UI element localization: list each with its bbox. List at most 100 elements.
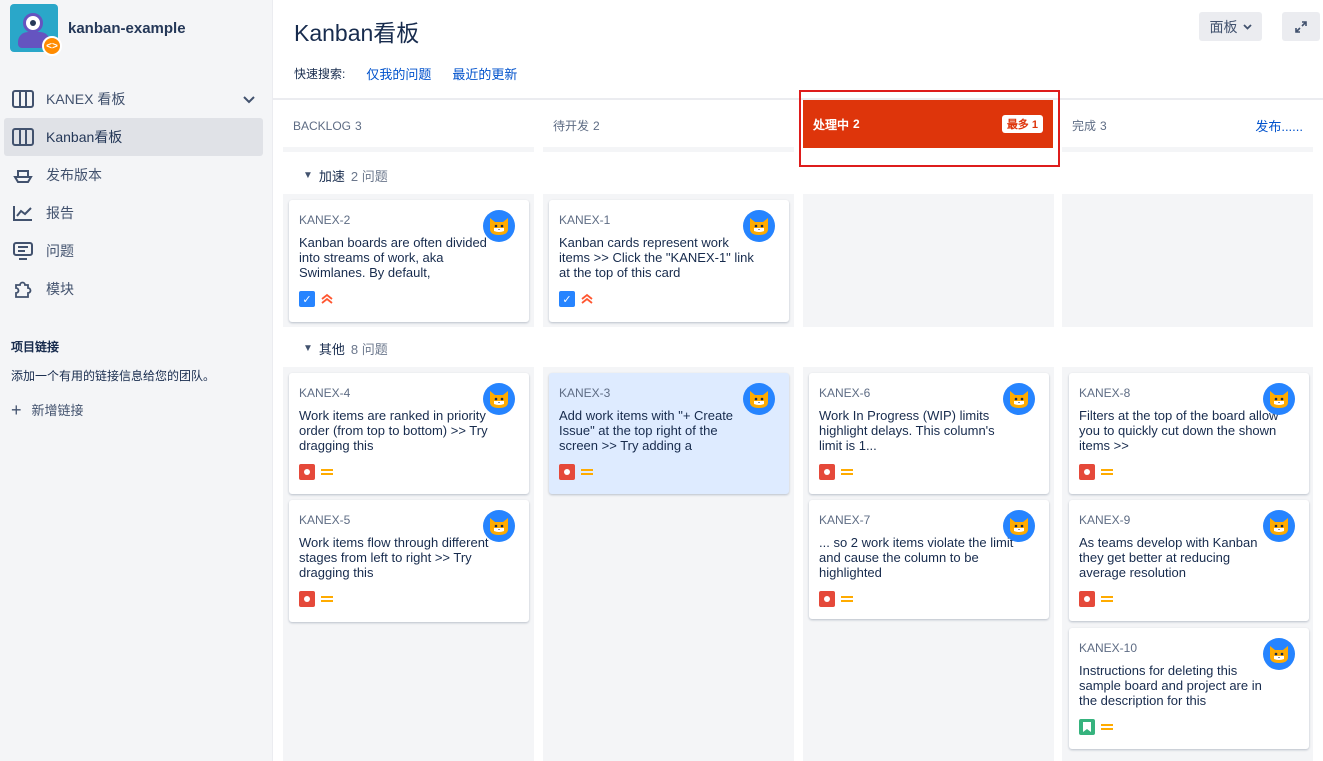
assignee-avatar[interactable] bbox=[1003, 510, 1035, 542]
swimlane-name: 加速 bbox=[318, 169, 345, 184]
issue-card[interactable]: KANEX-8 Filters at the top of the board a… bbox=[1069, 373, 1309, 494]
column-name: BACKLOG bbox=[293, 118, 352, 133]
priority-medium-icon bbox=[841, 467, 853, 477]
quick-search-bar: 快速搜索: 仅我的问题 最近的更新 bbox=[294, 64, 517, 83]
board-selector[interactable]: KANEX 看板 bbox=[4, 80, 263, 118]
priority-medium-icon bbox=[1101, 467, 1113, 477]
issue-summary: As teams develop with Kanban they get be… bbox=[1079, 535, 1258, 580]
swimlane-cell bbox=[1062, 194, 1313, 327]
assignee-avatar[interactable] bbox=[743, 383, 775, 415]
priority-medium-icon bbox=[581, 467, 593, 477]
bug-type-icon bbox=[299, 464, 315, 480]
bug-type-icon bbox=[299, 591, 315, 607]
sidebar-item-label: Kanban看板 bbox=[46, 129, 123, 145]
bug-type-icon bbox=[559, 464, 575, 480]
assignee-avatar[interactable] bbox=[483, 210, 515, 242]
assignee-avatar[interactable] bbox=[1263, 638, 1295, 670]
board-icon bbox=[12, 89, 34, 109]
project-name: kanban-example bbox=[68, 19, 186, 37]
issue-summary: Work In Progress (WIP) limits highlight … bbox=[819, 408, 995, 453]
assignee-avatar[interactable] bbox=[1263, 383, 1295, 415]
column-count: 3 bbox=[1100, 118, 1107, 133]
caret-down-icon: ▼ bbox=[303, 170, 313, 181]
sidebar-item-components[interactable]: 模块 bbox=[4, 270, 263, 308]
issue-card[interactable]: KANEX-6 Work In Progress (WIP) limits hig… bbox=[809, 373, 1049, 494]
project-avatar: <> bbox=[10, 4, 62, 56]
issues-icon bbox=[12, 241, 34, 261]
page-title: Kanban看板 bbox=[294, 20, 420, 46]
plus-icon: + bbox=[11, 399, 22, 420]
issue-card[interactable]: KANEX-7... so 2 work items violate the l… bbox=[809, 500, 1049, 619]
board-menu-label: 面板 bbox=[1209, 18, 1238, 35]
add-link-label: 新增链接 bbox=[31, 403, 84, 418]
board-selector-label: KANEX 看板 bbox=[46, 91, 126, 107]
caret-down-icon: ▼ bbox=[303, 343, 313, 354]
card-footer bbox=[559, 463, 779, 481]
quick-filter-recently-updated[interactable]: 最近的更新 bbox=[452, 64, 517, 83]
issue-summary: ... so 2 work items violate the limit an… bbox=[819, 535, 1014, 580]
issue-summary: Kanban boards are often divided into str… bbox=[299, 235, 487, 280]
issue-card[interactable]: KANEX-2 Kanban boards are often divided i… bbox=[289, 200, 529, 322]
issue-card[interactable]: KANEX-1 Kanban cards represent work items… bbox=[549, 200, 789, 322]
card-footer bbox=[819, 590, 1039, 608]
quick-filter-my-issues[interactable]: 仅我的问题 bbox=[366, 64, 431, 83]
task-type-icon: ✓ bbox=[299, 291, 315, 307]
project-header[interactable]: <> kanban-example bbox=[0, 0, 272, 56]
assignee-avatar[interactable] bbox=[483, 383, 515, 415]
software-project-badge-icon: <> bbox=[42, 36, 62, 56]
board-menu-button[interactable]: 面板 bbox=[1199, 12, 1262, 41]
issue-card[interactable]: KANEX-5 Work items flow through different… bbox=[289, 500, 529, 622]
task-type-icon: ✓ bbox=[559, 291, 575, 307]
issue-summary: Work items are ranked in priority order … bbox=[299, 408, 488, 453]
priority-highest-icon bbox=[321, 293, 333, 305]
chart-line-icon bbox=[12, 203, 34, 223]
column-header-backlog[interactable]: BACKLOG 3 bbox=[283, 104, 534, 152]
add-link-button[interactable]: + 新增链接 bbox=[11, 400, 272, 419]
release-link[interactable]: 发布...... bbox=[1255, 116, 1303, 135]
issue-card[interactable]: KANEX-10 Instructions for deleting this s… bbox=[1069, 628, 1309, 749]
priority-medium-icon bbox=[1101, 722, 1113, 732]
priority-medium-icon bbox=[841, 594, 853, 604]
issue-summary: Kanban cards represent work items >> Cli… bbox=[559, 235, 754, 280]
swimlane-cell bbox=[803, 194, 1054, 327]
board-main: Kanban看板 面板 快速搜索: 仅我的问题 最近的更新 BACKLOG 3 … bbox=[273, 0, 1323, 761]
assignee-avatar[interactable] bbox=[743, 210, 775, 242]
issue-summary: Work items flow through different stages… bbox=[299, 535, 489, 580]
column-header-selected-for-dev[interactable]: 待开发 2 bbox=[543, 104, 794, 152]
sidebar-item-reports[interactable]: 报告 bbox=[4, 194, 263, 232]
expand-icon bbox=[1295, 20, 1307, 33]
bug-type-icon bbox=[819, 464, 835, 480]
issue-card[interactable]: KANEX-4 Work items are ranked in priority… bbox=[289, 373, 529, 494]
ship-icon bbox=[12, 165, 34, 185]
sidebar-item-kanban-board[interactable]: Kanban看板 bbox=[4, 118, 263, 156]
fullscreen-button[interactable] bbox=[1282, 12, 1320, 41]
sidebar-item-issues[interactable]: 问题 bbox=[4, 232, 263, 270]
swimlane-header-everything-else[interactable]: ▼ 其他 8 问题 bbox=[303, 339, 388, 358]
column-count: 3 bbox=[355, 118, 362, 133]
header-divider bbox=[273, 98, 1323, 100]
card-footer: ✓ bbox=[299, 290, 519, 308]
assignee-avatar[interactable] bbox=[1003, 383, 1035, 415]
assignee-avatar[interactable] bbox=[483, 510, 515, 542]
project-links-title: 项目链接 bbox=[11, 340, 60, 354]
sidebar-nav: KANEX 看板 Kanban看板 发布版本 报告 问题 模块 bbox=[0, 80, 272, 308]
bug-type-icon bbox=[1079, 591, 1095, 607]
issue-card[interactable]: KANEX-9 As teams develop with Kanban they… bbox=[1069, 500, 1309, 621]
issue-card[interactable]: KANEX-3 Add work items with "+ Create Iss… bbox=[549, 373, 789, 494]
issue-summary: Add work items with "+ Create Issue" at … bbox=[559, 408, 734, 453]
card-footer bbox=[299, 590, 519, 608]
priority-medium-icon bbox=[321, 467, 333, 477]
swimlane-count: 2 问题 bbox=[350, 169, 388, 184]
card-footer bbox=[1079, 463, 1299, 481]
priority-medium-icon bbox=[1101, 594, 1113, 604]
swimlane-header-expedite[interactable]: ▼ 加速 2 问题 bbox=[303, 166, 388, 185]
column-count: 2 bbox=[593, 118, 600, 133]
sidebar-item-label: 发布版本 bbox=[46, 167, 102, 183]
sidebar: <> kanban-example KANEX 看板 Kanban看板 发布版本… bbox=[0, 0, 273, 761]
column-header-done[interactable]: 完成 3 发布...... bbox=[1062, 104, 1313, 152]
card-footer bbox=[1079, 590, 1299, 608]
assignee-avatar[interactable] bbox=[1263, 510, 1295, 542]
priority-medium-icon bbox=[321, 594, 333, 604]
story-type-icon bbox=[1079, 719, 1095, 735]
sidebar-item-releases[interactable]: 发布版本 bbox=[4, 156, 263, 194]
